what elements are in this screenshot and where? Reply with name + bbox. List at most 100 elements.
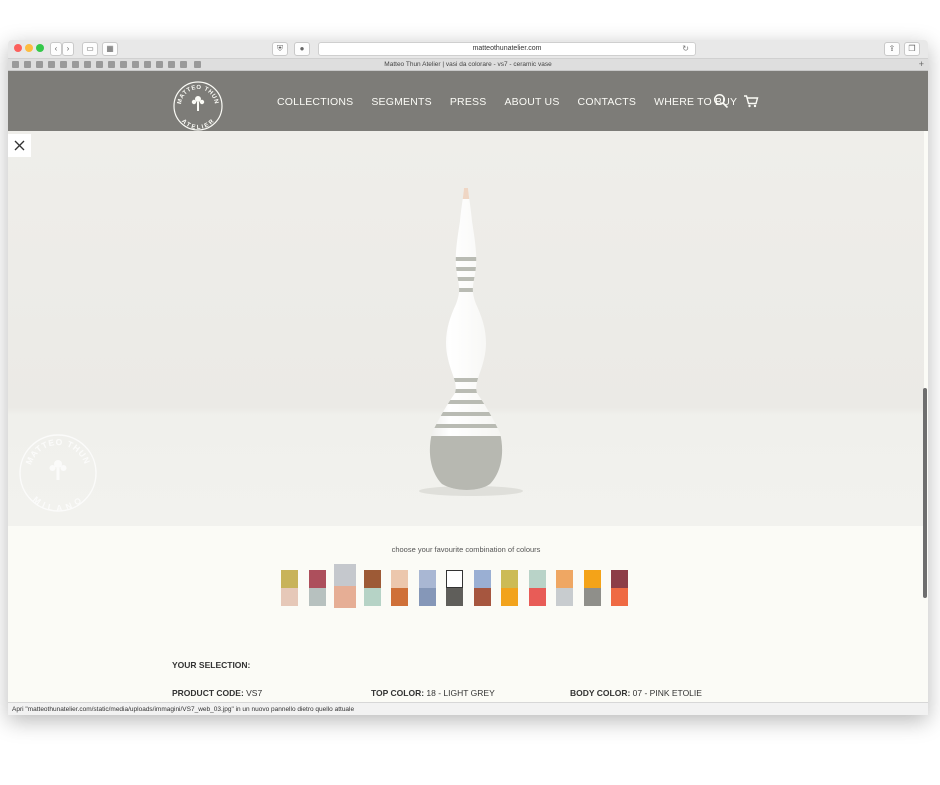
colour-swatch[interactable] xyxy=(391,570,408,606)
site-header: MATTEO THUN ATELIER COLLECTIONS SEGMENTS… xyxy=(8,71,928,131)
swatch-body-colour xyxy=(473,588,491,606)
colour-swatch[interactable] xyxy=(446,570,463,606)
colour-swatch[interactable] xyxy=(556,570,573,606)
product-code-label: PRODUCT CODE: xyxy=(172,688,244,698)
swatch-body-colour xyxy=(446,588,463,606)
swatch-body-colour xyxy=(528,588,546,606)
new-tab-icon[interactable]: + xyxy=(919,59,924,70)
nav-collections[interactable]: COLLECTIONS xyxy=(277,96,353,108)
adblock-icon: ● xyxy=(299,44,305,53)
swatch-body-colour xyxy=(333,586,356,608)
top-color: TOP COLOR: 18 - LIGHT GREY xyxy=(371,688,495,698)
bookmarks-bar: Matteo Thun Atelier | vasi da colorare -… xyxy=(8,59,928,71)
swatch-body-colour xyxy=(391,588,408,606)
watermark-tree-icon xyxy=(49,460,67,480)
colour-swatch[interactable] xyxy=(308,570,326,606)
swatch-top-colour xyxy=(611,570,628,588)
url-text: matteothunatelier.com xyxy=(472,45,542,52)
grid-icon: ▦ xyxy=(106,44,114,53)
colour-swatch[interactable] xyxy=(363,570,381,606)
body-color-label: BODY COLOR: xyxy=(570,688,631,698)
nav-about-us[interactable]: ABOUT US xyxy=(504,96,559,108)
vase-image xyxy=(419,188,523,496)
colour-swatch[interactable] xyxy=(473,570,491,606)
nav-press[interactable]: PRESS xyxy=(450,96,487,108)
search-icon[interactable] xyxy=(713,93,729,109)
colour-swatch[interactable] xyxy=(583,570,601,606)
colour-prompt: choose your favourite combination of col… xyxy=(391,545,541,554)
top-color-value: 18 - LIGHT GREY xyxy=(424,688,495,698)
swatch-body-colour xyxy=(281,588,298,606)
swatch-body-colour xyxy=(308,588,326,606)
top-sites-button[interactable]: ▦ xyxy=(102,42,118,56)
swatch-body-colour xyxy=(556,588,573,606)
swatch-top-colour xyxy=(556,570,573,588)
back-button[interactable]: ‹ xyxy=(50,42,62,56)
share-button[interactable]: ⇪ xyxy=(884,42,900,56)
nav-segments[interactable]: SEGMENTS xyxy=(371,96,432,108)
swatch-top-colour xyxy=(583,570,601,588)
tab-title[interactable]: Matteo Thun Atelier | vasi da colorare -… xyxy=(8,59,928,70)
shield-icon: ⛨ xyxy=(277,44,283,53)
colour-swatch[interactable] xyxy=(333,564,356,608)
extension-button[interactable]: ⛨ xyxy=(272,42,288,56)
swatch-body-colour xyxy=(501,588,518,606)
body-color: BODY COLOR: 07 - PINK ETOLIE xyxy=(570,688,702,698)
watermark-logo: MATTEO THUN MILANO xyxy=(19,434,97,513)
swatch-top-colour xyxy=(418,570,436,588)
swatch-top-colour xyxy=(528,570,546,588)
svg-text:ATELIER: ATELIER xyxy=(180,118,216,131)
colour-swatch[interactable] xyxy=(281,570,298,606)
colour-swatch[interactable] xyxy=(501,570,518,606)
window-maximize-button[interactable] xyxy=(36,44,44,52)
swatch-top-colour xyxy=(501,570,518,588)
swatch-top-colour xyxy=(363,570,381,588)
product-code: PRODUCT CODE: VS7 xyxy=(172,688,262,698)
sidebar-button[interactable]: ▭ xyxy=(82,42,98,56)
adblock-button[interactable]: ● xyxy=(294,42,310,56)
cart-icon[interactable] xyxy=(743,93,759,109)
top-color-label: TOP COLOR: xyxy=(371,688,425,698)
tabs-icon: ❐ xyxy=(908,44,916,53)
product-code-value: VS7 xyxy=(243,688,263,698)
nav-contacts[interactable]: CONTACTS xyxy=(578,96,637,108)
swatch-top-colour xyxy=(308,570,326,588)
close-button[interactable] xyxy=(8,134,31,157)
watermark-bottom-text: MILANO xyxy=(31,494,83,513)
colour-swatch[interactable] xyxy=(611,570,628,606)
tree-icon xyxy=(191,96,205,111)
tabs-button[interactable]: ❐ xyxy=(904,42,920,56)
logo[interactable]: MATTEO THUN ATELIER xyxy=(172,80,224,132)
product-image: MATTEO THUN MILANO xyxy=(8,131,924,526)
selection-title: YOUR SELECTION: xyxy=(172,660,251,670)
body-color-value: 07 - PINK ETOLIE xyxy=(630,688,702,698)
status-bar: Apri "matteothunatelier.com/static/media… xyxy=(8,702,928,715)
browser-toolbar: ‹ › ▭ ▦ ⛨ ● matteothunatelier.com ↻ ⇪ ❐ xyxy=(8,40,928,59)
swatch-body-colour xyxy=(611,588,628,606)
swatch-top-colour xyxy=(473,570,491,588)
colour-swatch[interactable] xyxy=(528,570,546,606)
close-icon xyxy=(14,140,25,151)
browser-window: ‹ › ▭ ▦ ⛨ ● matteothunatelier.com ↻ ⇪ ❐ … xyxy=(8,40,928,715)
swatch-body-colour xyxy=(583,588,601,606)
swatch-top-colour xyxy=(391,570,408,588)
chevron-left-icon: ‹ xyxy=(54,44,58,53)
logo-bottom-text: ATELIER xyxy=(180,118,215,131)
swatch-body-colour xyxy=(418,588,436,606)
share-icon: ⇪ xyxy=(888,44,896,53)
main-nav: COLLECTIONS SEGMENTS PRESS ABOUT US CONT… xyxy=(277,96,755,108)
colour-swatch[interactable] xyxy=(418,570,436,606)
swatch-top-colour xyxy=(446,570,463,588)
swatch-body-colour xyxy=(363,588,381,606)
swatch-top-colour xyxy=(333,564,356,586)
forward-button[interactable]: › xyxy=(62,42,74,56)
svg-text:MILANO: MILANO xyxy=(31,494,85,513)
sidebar-icon: ▭ xyxy=(86,44,94,53)
chevron-right-icon: › xyxy=(66,44,70,53)
address-bar[interactable]: matteothunatelier.com ↻ xyxy=(318,42,696,56)
reload-icon[interactable]: ↻ xyxy=(682,43,689,55)
window-close-button[interactable] xyxy=(14,44,22,52)
page-scrollbar[interactable] xyxy=(923,388,927,598)
swatch-top-colour xyxy=(281,570,298,588)
window-minimize-button[interactable] xyxy=(25,44,33,52)
